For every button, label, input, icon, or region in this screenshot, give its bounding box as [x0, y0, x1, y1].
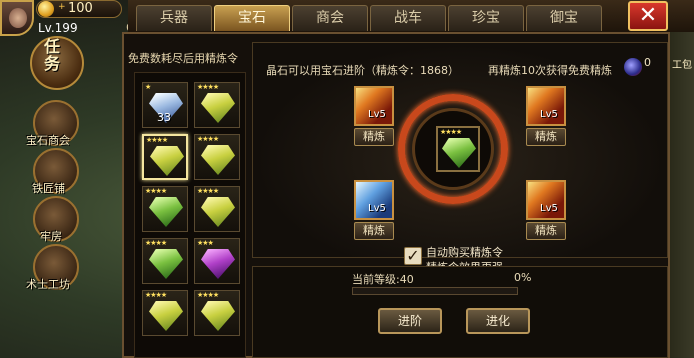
tab-chariot[interactable]: 战车 — [370, 5, 446, 31]
free-refine-count: 0 — [644, 56, 651, 69]
gem-stars: ★★★★ — [197, 291, 219, 299]
prison-label: 牢房 — [40, 230, 62, 243]
gem-icon — [149, 249, 183, 279]
gem-icon — [201, 249, 235, 279]
gem-count: 33 — [157, 111, 171, 124]
level-progress-bar — [352, 287, 518, 295]
free-refine-text: 再精炼10次获得免费精炼 — [488, 64, 612, 77]
task-label: 任务 — [44, 37, 61, 73]
tab-weapons[interactable]: 兵器 — [136, 5, 212, 31]
refine-token-hint: 免费数耗尽后用精炼令 — [128, 52, 238, 65]
gem-icon — [442, 138, 476, 168]
gem-stars: ★★★★ — [145, 291, 167, 299]
gem-icon — [201, 93, 235, 123]
add-gold-icon[interactable]: + — [58, 3, 66, 12]
gem-slot[interactable]: ★ 33 — [142, 82, 188, 128]
gem-stars: ★★★★ — [197, 83, 219, 91]
gem-stars: ★★★★ — [145, 239, 167, 247]
advance-button[interactable]: 进阶 — [378, 308, 442, 334]
current-level-text: 当前等级:40 — [352, 273, 414, 286]
progress-percent: 0% — [514, 271, 532, 284]
gem-icon — [201, 145, 235, 175]
refine-button-top-right[interactable]: 精炼 — [526, 128, 566, 146]
auto-buy-checkbox[interactable]: ✓ — [404, 247, 422, 265]
tab-guild[interactable]: 商会 — [292, 5, 368, 31]
gem-icon — [201, 301, 235, 331]
auto-buy-label: 自动购买精炼令 — [426, 246, 503, 259]
skill-level: Lv5 — [540, 203, 558, 214]
selected-gem-slot[interactable]: ★★★★ — [436, 126, 480, 172]
right-edge-bar — [670, 32, 694, 358]
skill-slot-top-left[interactable]: Lv5 — [354, 86, 394, 126]
gem-slot[interactable]: ★★★★ — [142, 186, 188, 232]
blacksmith-label: 铁匠铺 — [32, 182, 65, 195]
gem-slot[interactable]: ★★★★ — [142, 290, 188, 336]
tab-treasure[interactable]: 珍宝 — [448, 5, 524, 31]
tab-gems[interactable]: 宝石 — [214, 5, 290, 31]
skill-slot-bottom-right[interactable]: Lv5 — [526, 180, 566, 220]
gem-icon — [149, 197, 183, 227]
tab-royal-treasure[interactable]: 御宝 — [526, 5, 602, 31]
close-button[interactable]: ✕ — [628, 1, 668, 31]
gem-slot[interactable]: ★★★★ — [194, 82, 240, 128]
level-prefix: Lv. — [38, 21, 55, 35]
refine-button-top-left[interactable]: 精炼 — [354, 128, 394, 146]
gem-slot[interactable]: ★★★★ — [142, 134, 188, 180]
level-area — [252, 266, 668, 358]
gem-stars: ★★★ — [197, 239, 214, 247]
gem-stars: ★★★★ — [197, 135, 219, 143]
gem-icon — [201, 197, 235, 227]
skill-level: Lv5 — [368, 203, 386, 214]
refine-button-bottom-right[interactable]: 精炼 — [526, 222, 566, 240]
gem-stars: ★ — [145, 83, 151, 91]
gem-slot[interactable]: ★★★★ — [194, 134, 240, 180]
player-level: Lv.199 — [38, 21, 78, 35]
gem-slot[interactable]: ★★★★ — [142, 238, 188, 284]
skill-slot-bottom-left[interactable]: Lv5 — [354, 180, 394, 220]
skill-level: Lv5 — [368, 109, 386, 120]
crystal-info-text: 晶石可以用宝石进阶（精炼令：1868） — [266, 64, 459, 77]
gem-stars: ★★★★ — [146, 136, 168, 144]
gem-slot[interactable]: ★★★★ — [194, 290, 240, 336]
evolve-button[interactable]: 进化 — [466, 308, 530, 334]
gem-shop-label: 宝石商会 — [26, 134, 70, 147]
player-avatar[interactable] — [0, 0, 34, 36]
gem-icon — [150, 146, 184, 176]
skill-slot-top-right[interactable]: Lv5 — [526, 86, 566, 126]
gem-stars: ★★★★ — [197, 187, 219, 195]
bag-label: 工包 — [672, 60, 692, 71]
gem-slot[interactable]: ★★★ — [194, 238, 240, 284]
refine-button-bottom-left[interactable]: 精炼 — [354, 222, 394, 240]
gem-icon — [149, 301, 183, 331]
warlock-workshop-label: 术士工坊 — [26, 278, 70, 291]
center-gem-stars: ★★★★ — [440, 128, 462, 136]
skill-level: Lv5 — [540, 109, 558, 120]
gold-coin-icon — [38, 1, 54, 17]
level-value: 199 — [54, 21, 78, 35]
gold-value: 100 — [68, 1, 93, 16]
gem-stars: ★★★★ — [145, 187, 167, 195]
gem-orb-icon — [624, 58, 642, 76]
gem-slot[interactable]: ★★★★ — [194, 186, 240, 232]
